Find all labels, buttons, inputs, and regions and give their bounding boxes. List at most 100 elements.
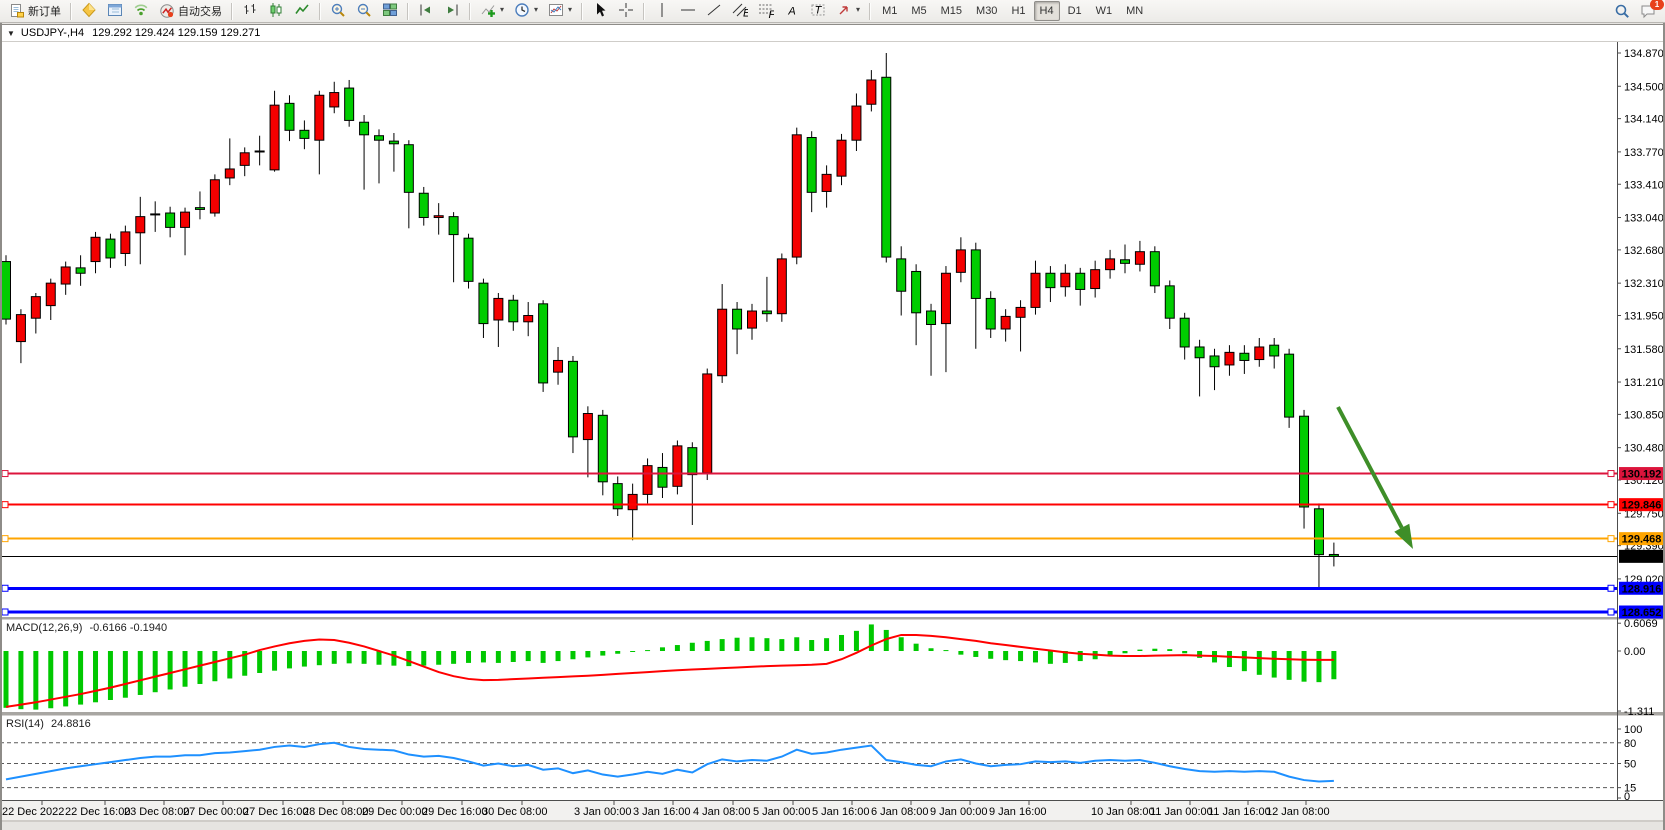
candle-chart-button[interactable] bbox=[264, 0, 288, 20]
vline-button[interactable] bbox=[650, 0, 674, 20]
price-badge-130.192: 130.192 bbox=[1619, 467, 1664, 481]
timeframe-w1-button[interactable]: W1 bbox=[1090, 1, 1119, 21]
line-handle[interactable] bbox=[1608, 609, 1614, 615]
signals-button[interactable] bbox=[129, 0, 153, 20]
svg-text:131.950: 131.950 bbox=[1624, 311, 1664, 323]
market-icon bbox=[81, 2, 97, 18]
line-handle[interactable] bbox=[2, 471, 8, 477]
crosshair-icon bbox=[618, 2, 634, 18]
timeframe-h1-button[interactable]: H1 bbox=[1005, 1, 1031, 21]
trendline-button[interactable] bbox=[702, 0, 726, 20]
line-handle[interactable] bbox=[2, 536, 8, 542]
price-badge-128.652: 128.652 bbox=[1619, 605, 1664, 619]
notifications-button[interactable]: 1 bbox=[1636, 1, 1660, 21]
svg-text:-1.311: -1.311 bbox=[1624, 706, 1654, 718]
toolbar-separator bbox=[869, 3, 871, 20]
chart-canvas[interactable]: 134.870134.500134.140133.770133.410133.0… bbox=[0, 41, 1665, 822]
window-border-left bbox=[0, 23, 2, 830]
hline-icon bbox=[680, 2, 696, 18]
svg-text:5 Jan 16:00: 5 Jan 16:00 bbox=[812, 806, 870, 818]
svg-text:27 Dec 00:00: 27 Dec 00:00 bbox=[183, 806, 248, 818]
svg-text:132.680: 132.680 bbox=[1624, 245, 1664, 257]
chart-plot-area[interactable] bbox=[0, 41, 1617, 617]
chevron-down-icon: ▾ bbox=[856, 5, 860, 14]
price-badge-129.271: 129.271 bbox=[1619, 550, 1664, 564]
timeframe-group: M1M5M15M30H1H4D1W1MN bbox=[875, 1, 1150, 21]
bar-chart-button[interactable] bbox=[238, 0, 262, 20]
timeframe-d1-button[interactable]: D1 bbox=[1062, 1, 1088, 21]
collapse-panel-icon[interactable]: ▼ bbox=[7, 29, 15, 38]
svg-text:132.310: 132.310 bbox=[1624, 278, 1664, 290]
svg-text:129.468: 129.468 bbox=[1622, 534, 1662, 546]
toolbar-separator bbox=[70, 3, 72, 20]
svg-text:29 Dec 16:00: 29 Dec 16:00 bbox=[422, 806, 487, 818]
panel-separator[interactable] bbox=[0, 712, 1665, 716]
chevron-down-icon: ▾ bbox=[534, 5, 538, 14]
svg-text:10 Jan 08:00: 10 Jan 08:00 bbox=[1091, 806, 1155, 818]
fibonacci-button[interactable]: F bbox=[754, 0, 778, 20]
templates-button[interactable]: ▾ bbox=[544, 0, 576, 20]
zoom-out-button[interactable] bbox=[352, 0, 376, 20]
svg-text:50: 50 bbox=[1624, 759, 1636, 771]
shift-start-button[interactable] bbox=[414, 0, 438, 20]
zoom-in-button[interactable] bbox=[326, 0, 350, 20]
label-tool-button[interactable]: T bbox=[806, 0, 830, 20]
svg-text:6 Jan 08:00: 6 Jan 08:00 bbox=[871, 806, 929, 818]
tile-windows-button[interactable] bbox=[378, 0, 402, 20]
svg-text:134.870: 134.870 bbox=[1624, 48, 1664, 60]
timeframe-m5-button[interactable]: M5 bbox=[905, 1, 932, 21]
candle-chart-icon bbox=[268, 2, 284, 18]
data-window-button[interactable] bbox=[103, 0, 127, 20]
toolbar-separator bbox=[407, 3, 409, 20]
line-handle[interactable] bbox=[1608, 585, 1614, 591]
svg-text:12 Jan 08:00: 12 Jan 08:00 bbox=[1266, 806, 1330, 818]
line-handle[interactable] bbox=[1608, 502, 1614, 508]
svg-text:130.850: 130.850 bbox=[1624, 409, 1664, 421]
line-handle[interactable] bbox=[2, 609, 8, 615]
timeframe-mn-button[interactable]: MN bbox=[1120, 1, 1149, 21]
toolbar-separator bbox=[469, 3, 471, 20]
svg-text:9 Jan 00:00: 9 Jan 00:00 bbox=[930, 806, 988, 818]
text-tool-button[interactable]: A bbox=[780, 0, 804, 20]
periods-button[interactable]: ▾ bbox=[510, 0, 542, 20]
svg-text:30 Dec 08:00: 30 Dec 08:00 bbox=[482, 806, 547, 818]
notification-badge: 1 bbox=[1650, 0, 1664, 10]
line-chart-button[interactable] bbox=[290, 0, 314, 20]
line-handle[interactable] bbox=[2, 502, 8, 508]
arrows-button[interactable]: ▾ bbox=[832, 0, 864, 20]
autotrading-label: 自动交易 bbox=[178, 3, 222, 19]
main-toolbar: 新订单 自动交易 ▾▾▾ EFAT▾ M1M5M15M30H1H4D1W1MN … bbox=[0, 0, 1665, 23]
channel-button[interactable]: E bbox=[728, 0, 752, 20]
market-button[interactable] bbox=[77, 0, 101, 20]
svg-text:130.480: 130.480 bbox=[1624, 443, 1664, 455]
periods-icon bbox=[514, 2, 530, 18]
zoom-out-icon bbox=[356, 2, 372, 18]
shift-end-button[interactable] bbox=[440, 0, 464, 20]
timeframe-h4-button[interactable]: H4 bbox=[1034, 1, 1060, 21]
templates-icon bbox=[548, 2, 564, 18]
svg-text:11 Jan 16:00: 11 Jan 16:00 bbox=[1208, 806, 1271, 818]
svg-text:129.271: 129.271 bbox=[1622, 551, 1662, 563]
svg-text:129.846: 129.846 bbox=[1622, 500, 1662, 512]
svg-text:130.192: 130.192 bbox=[1622, 469, 1662, 481]
candle bbox=[882, 53, 891, 262]
hline-button[interactable] bbox=[676, 0, 700, 20]
indicators-button[interactable]: ▾ bbox=[476, 0, 508, 20]
candle bbox=[1150, 246, 1159, 293]
timeframe-m15-button[interactable]: M15 bbox=[935, 1, 968, 21]
line-handle[interactable] bbox=[2, 585, 8, 591]
cursor-button[interactable] bbox=[588, 0, 612, 20]
svg-text:3 Jan 00:00: 3 Jan 00:00 bbox=[574, 806, 632, 818]
autotrading-button[interactable]: 自动交易 bbox=[155, 1, 226, 21]
line-handle[interactable] bbox=[1608, 536, 1614, 542]
window-border-bottom bbox=[0, 820, 1665, 822]
crosshair-button[interactable] bbox=[614, 0, 638, 20]
candle bbox=[210, 174, 219, 216]
bar-chart-icon bbox=[242, 2, 258, 18]
search-button[interactable] bbox=[1610, 1, 1634, 21]
line-handle[interactable] bbox=[1608, 471, 1614, 477]
tile-windows-icon bbox=[382, 2, 398, 18]
new-order-button[interactable]: 新订单 bbox=[5, 1, 65, 21]
timeframe-m30-button[interactable]: M30 bbox=[970, 1, 1003, 21]
timeframe-m1-button[interactable]: M1 bbox=[876, 1, 903, 21]
